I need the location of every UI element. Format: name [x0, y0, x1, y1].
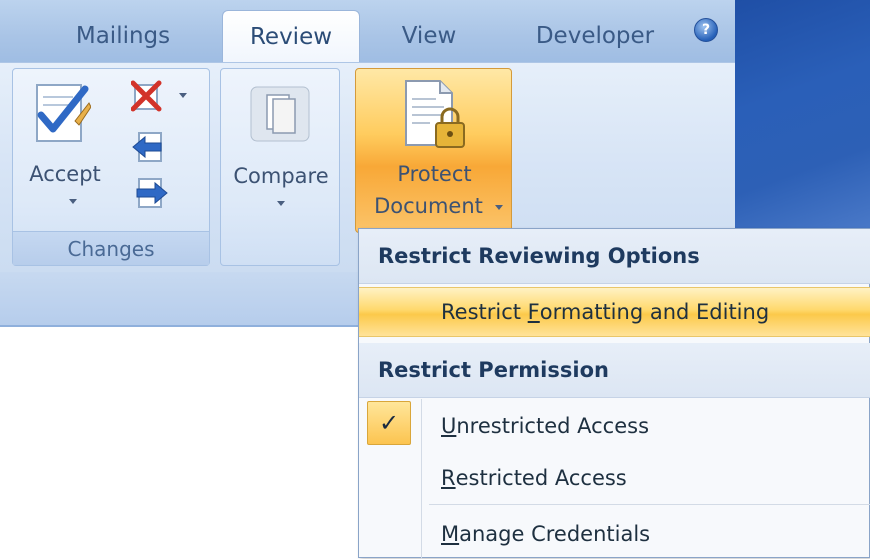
- tab-view[interactable]: View: [374, 10, 484, 62]
- reject-icon[interactable]: [131, 79, 171, 113]
- menu-separator: [429, 504, 870, 505]
- menu-item-label-rest: ormatting and Editing: [539, 300, 770, 324]
- menu-item-manage-credentials[interactable]: Manage Credentials: [359, 509, 870, 559]
- tab-developer[interactable]: Developer: [510, 10, 680, 62]
- menu-accel-key: U: [441, 414, 457, 438]
- menu-item-restricted-access[interactable]: Restricted Access: [359, 453, 870, 503]
- menu-item-label: Restrict: [441, 300, 528, 324]
- next-change-icon[interactable]: [131, 177, 171, 211]
- reject-dropdown-arrow[interactable]: [179, 93, 187, 98]
- menu-item-label: estricted Access: [455, 466, 627, 490]
- compare-dropdown-arrow[interactable]: [277, 201, 285, 206]
- tab-review[interactable]: Review: [222, 10, 360, 62]
- menu-item-restrict-formatting[interactable]: Restrict Formatting and Editing: [359, 287, 870, 337]
- menu-section-reviewing: Restrict Reviewing Options: [359, 229, 870, 284]
- menu-section-permission: Restrict Permission: [359, 343, 870, 398]
- compare-button[interactable]: Compare: [221, 161, 341, 191]
- accept-button[interactable]: Accept: [25, 159, 105, 189]
- menu-accel-key: M: [441, 522, 460, 546]
- protect-document-menu: Restrict Reviewing Options Restrict Form…: [358, 228, 870, 559]
- accept-check-icon[interactable]: [35, 81, 91, 147]
- accept-dropdown-arrow[interactable]: [69, 199, 77, 204]
- menu-accel-key: F: [527, 300, 540, 324]
- compare-document-icon[interactable]: [249, 85, 313, 143]
- menu-item-label: anage Credentials: [459, 522, 651, 546]
- menu-accel-key: R: [441, 466, 456, 490]
- protect-label-line1: Protect: [397, 162, 472, 186]
- menu-item-label: nrestricted Access: [456, 414, 650, 438]
- menu-item-unrestricted-access[interactable]: Unrestricted Access: [359, 401, 870, 451]
- window-background: [735, 0, 870, 230]
- ribbon-footer: [0, 272, 360, 327]
- previous-change-icon[interactable]: [131, 131, 171, 165]
- protect-label-line2: Document: [374, 194, 483, 218]
- compare-group: Compare: [220, 68, 340, 266]
- changes-group: Accept Changes: [12, 68, 210, 266]
- help-icon[interactable]: ?: [694, 18, 718, 42]
- tab-mailings[interactable]: Mailings: [48, 10, 198, 62]
- changes-group-label: Changes: [13, 231, 209, 265]
- protect-dropdown-arrow[interactable]: [495, 205, 503, 210]
- document-lock-icon: [405, 80, 465, 148]
- protect-document-button[interactable]: Protect Document: [355, 68, 512, 233]
